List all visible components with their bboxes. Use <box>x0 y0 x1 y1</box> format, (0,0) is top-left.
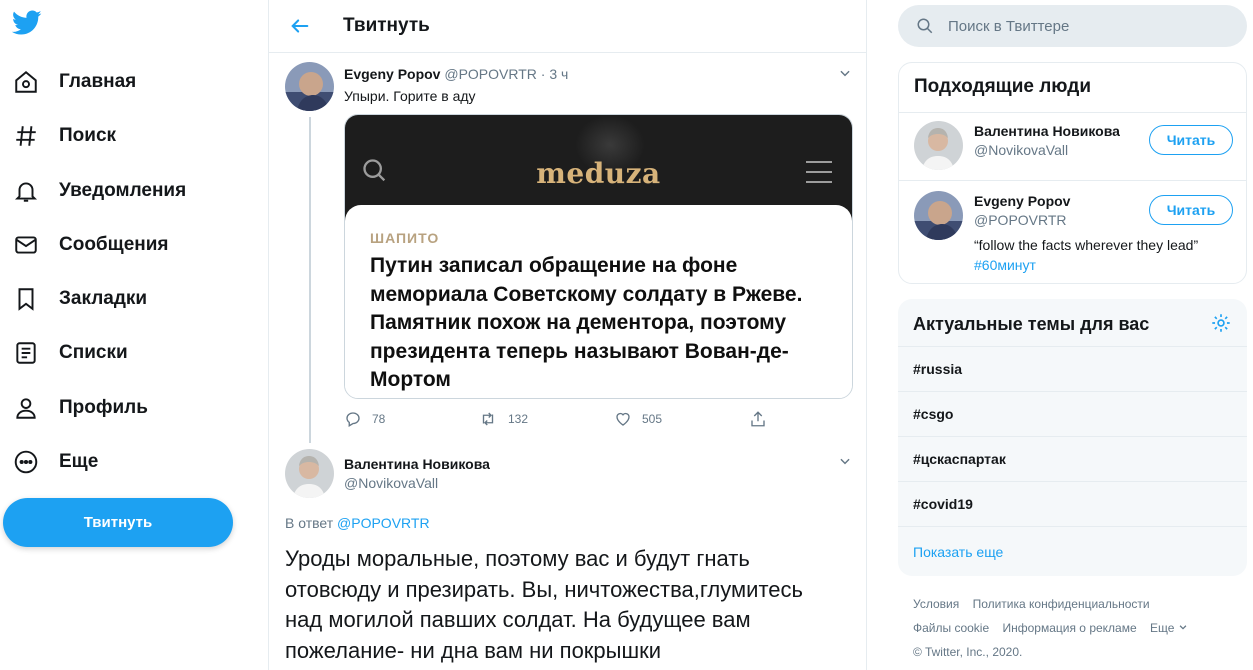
search-icon <box>917 18 933 34</box>
page-title: Твитнуть <box>343 15 430 36</box>
trend-item[interactable]: #russia <box>898 346 1247 391</box>
author-name[interactable]: Валентина Новикова <box>344 456 490 472</box>
show-more-link[interactable]: Показать еще <box>898 526 1247 576</box>
card-brand-logo: meduza <box>536 157 661 190</box>
nav-item-notifications[interactable]: Уведомления <box>12 169 186 213</box>
avatar[interactable] <box>285 62 334 111</box>
person-handle: @NovikovaVall <box>974 142 1069 158</box>
trend-item[interactable]: #covid19 <box>898 481 1247 526</box>
heart-icon <box>616 412 630 426</box>
reply-count: 78 <box>372 412 386 426</box>
person-name[interactable]: Evgeny Popov <box>974 193 1070 209</box>
home-icon <box>12 68 40 96</box>
footer-privacy-link[interactable]: Политика конфиденциальности <box>973 597 1150 611</box>
nav-label: Уведомления <box>59 180 187 201</box>
reply-button[interactable]: 78 <box>344 410 385 428</box>
list-icon <box>12 339 40 367</box>
thread-connector-line <box>309 117 311 443</box>
author-handle[interactable]: @NovikovaVall <box>344 475 438 491</box>
tweet-text: Упыри. Горите в аду <box>344 88 476 104</box>
share-button[interactable] <box>749 410 767 428</box>
nav-label: Главная <box>59 71 137 92</box>
avatar[interactable] <box>285 449 334 498</box>
panel-title: Актуальные темы для вас <box>913 314 1150 334</box>
nav-item-home[interactable]: Главная <box>12 60 136 104</box>
footer-more-link[interactable]: Еще <box>1150 621 1188 635</box>
trend-item[interactable]: #цскаспартак <box>898 436 1247 481</box>
nav-item-more[interactable]: Еще <box>12 440 98 484</box>
nav-item-messages[interactable]: Сообщения <box>12 223 169 267</box>
reply-icon <box>346 412 360 427</box>
more-icon <box>12 448 40 476</box>
nav-label: Сообщения <box>59 234 169 255</box>
retweet-button[interactable]: 132 <box>478 410 528 428</box>
person-icon <box>12 394 40 422</box>
person-handle: @POPOVRTR <box>974 212 1067 228</box>
footer-more-label: Еще <box>1150 621 1175 635</box>
nav-label: Профиль <box>59 397 148 418</box>
main-column: Твитнуть Evgeny Popov @POPOVRTR · 3 ч Уп… <box>268 0 867 670</box>
chevron-down-icon[interactable] <box>835 63 855 83</box>
avatar[interactable] <box>914 191 963 240</box>
footer-row: Файлы cookie Информация о рекламе Еще <box>913 621 1198 635</box>
card-headline: Путин записал обращение на фоне мемориал… <box>370 254 803 391</box>
retweet-count: 132 <box>508 412 529 426</box>
footer-cookies-link[interactable]: Файлы cookie <box>913 621 989 635</box>
retweet-icon <box>482 412 494 426</box>
trends-panel: Актуальные темы для вас #russia #csgo #ц… <box>898 299 1247 576</box>
nav-item-search[interactable]: Поиск <box>12 114 116 158</box>
follow-suggestion[interactable]: Evgeny Popov @POPOVRTR “follow the facts… <box>899 180 1246 283</box>
hashtag-icon <box>12 122 40 150</box>
card-kicker: ШАПИТО <box>370 230 440 246</box>
nav-item-profile[interactable]: Профиль <box>12 386 148 430</box>
nav-label: Закладки <box>59 288 148 309</box>
nav-label: Еще <box>59 451 99 472</box>
footer-row: Условия Политика конфиденциальности <box>913 597 1160 611</box>
bell-icon <box>12 177 40 205</box>
footer-copyright: © Twitter, Inc., 2020. <box>913 645 1023 659</box>
nav-label: Поиск <box>59 125 117 146</box>
avatar[interactable] <box>914 121 963 170</box>
bookmark-icon <box>12 285 40 313</box>
envelope-icon <box>12 231 40 259</box>
nav-label: Списки <box>59 342 128 363</box>
person-bio: “follow the facts wherever they lead” <box>974 237 1199 253</box>
left-navigation: Главная Поиск Уведомления Сообщения Закл… <box>0 0 268 670</box>
follow-suggestion[interactable]: Валентина Новикова @NovikovaVall Читать <box>899 112 1246 180</box>
tweet-time[interactable]: · 3 ч <box>541 66 569 82</box>
link-card[interactable]: meduza ШАПИТО Путин записал обращение на… <box>344 114 853 399</box>
footer-terms-link[interactable]: Условия <box>913 597 959 611</box>
trend-item[interactable]: #csgo <box>898 391 1247 436</box>
person-name[interactable]: Валентина Новикова <box>974 123 1120 139</box>
nav-item-lists[interactable]: Списки <box>12 331 128 375</box>
back-arrow-icon[interactable] <box>287 13 313 39</box>
twitter-logo-icon[interactable] <box>11 10 44 42</box>
panel-title: Подходящие люди <box>914 76 1092 97</box>
reply-to-link[interactable]: @POPOVRTR <box>337 515 430 531</box>
reply-context: В ответ @POPOVRTR <box>285 515 430 531</box>
nav-item-bookmarks[interactable]: Закладки <box>12 277 147 321</box>
share-icon <box>751 411 765 427</box>
author-handle[interactable]: @POPOVRTR <box>444 66 537 82</box>
author-name[interactable]: Evgeny Popov <box>344 66 440 82</box>
tweet-actions: 78 132 505 <box>344 410 774 430</box>
who-to-follow-panel: Подходящие люди Валентина Новикова @Novi… <box>898 62 1247 284</box>
footer-ads-link[interactable]: Информация о рекламе <box>1003 621 1137 635</box>
like-count: 505 <box>642 412 663 426</box>
chevron-down-icon <box>1179 625 1187 630</box>
reply-prefix: В ответ <box>285 515 334 531</box>
page-header: Твитнуть <box>269 0 866 53</box>
person-hashtag[interactable]: #60минут <box>974 257 1036 273</box>
search-bar <box>898 5 1247 47</box>
menu-icon <box>804 159 834 190</box>
compose-tweet-button[interactable]: Твитнуть <box>3 498 233 547</box>
chevron-down-icon[interactable] <box>835 451 855 471</box>
follow-button[interactable]: Читать <box>1149 195 1233 225</box>
like-button[interactable]: 505 <box>614 410 662 428</box>
settings-gear-icon[interactable] <box>1210 312 1232 339</box>
follow-button[interactable]: Читать <box>1149 125 1233 155</box>
tweet-author: Evgeny Popov @POPOVRTR · 3 ч <box>344 66 568 82</box>
search-input[interactable] <box>948 17 1228 35</box>
tweet-text: Уроды моральные, поэтому вас и будут гна… <box>285 546 803 663</box>
